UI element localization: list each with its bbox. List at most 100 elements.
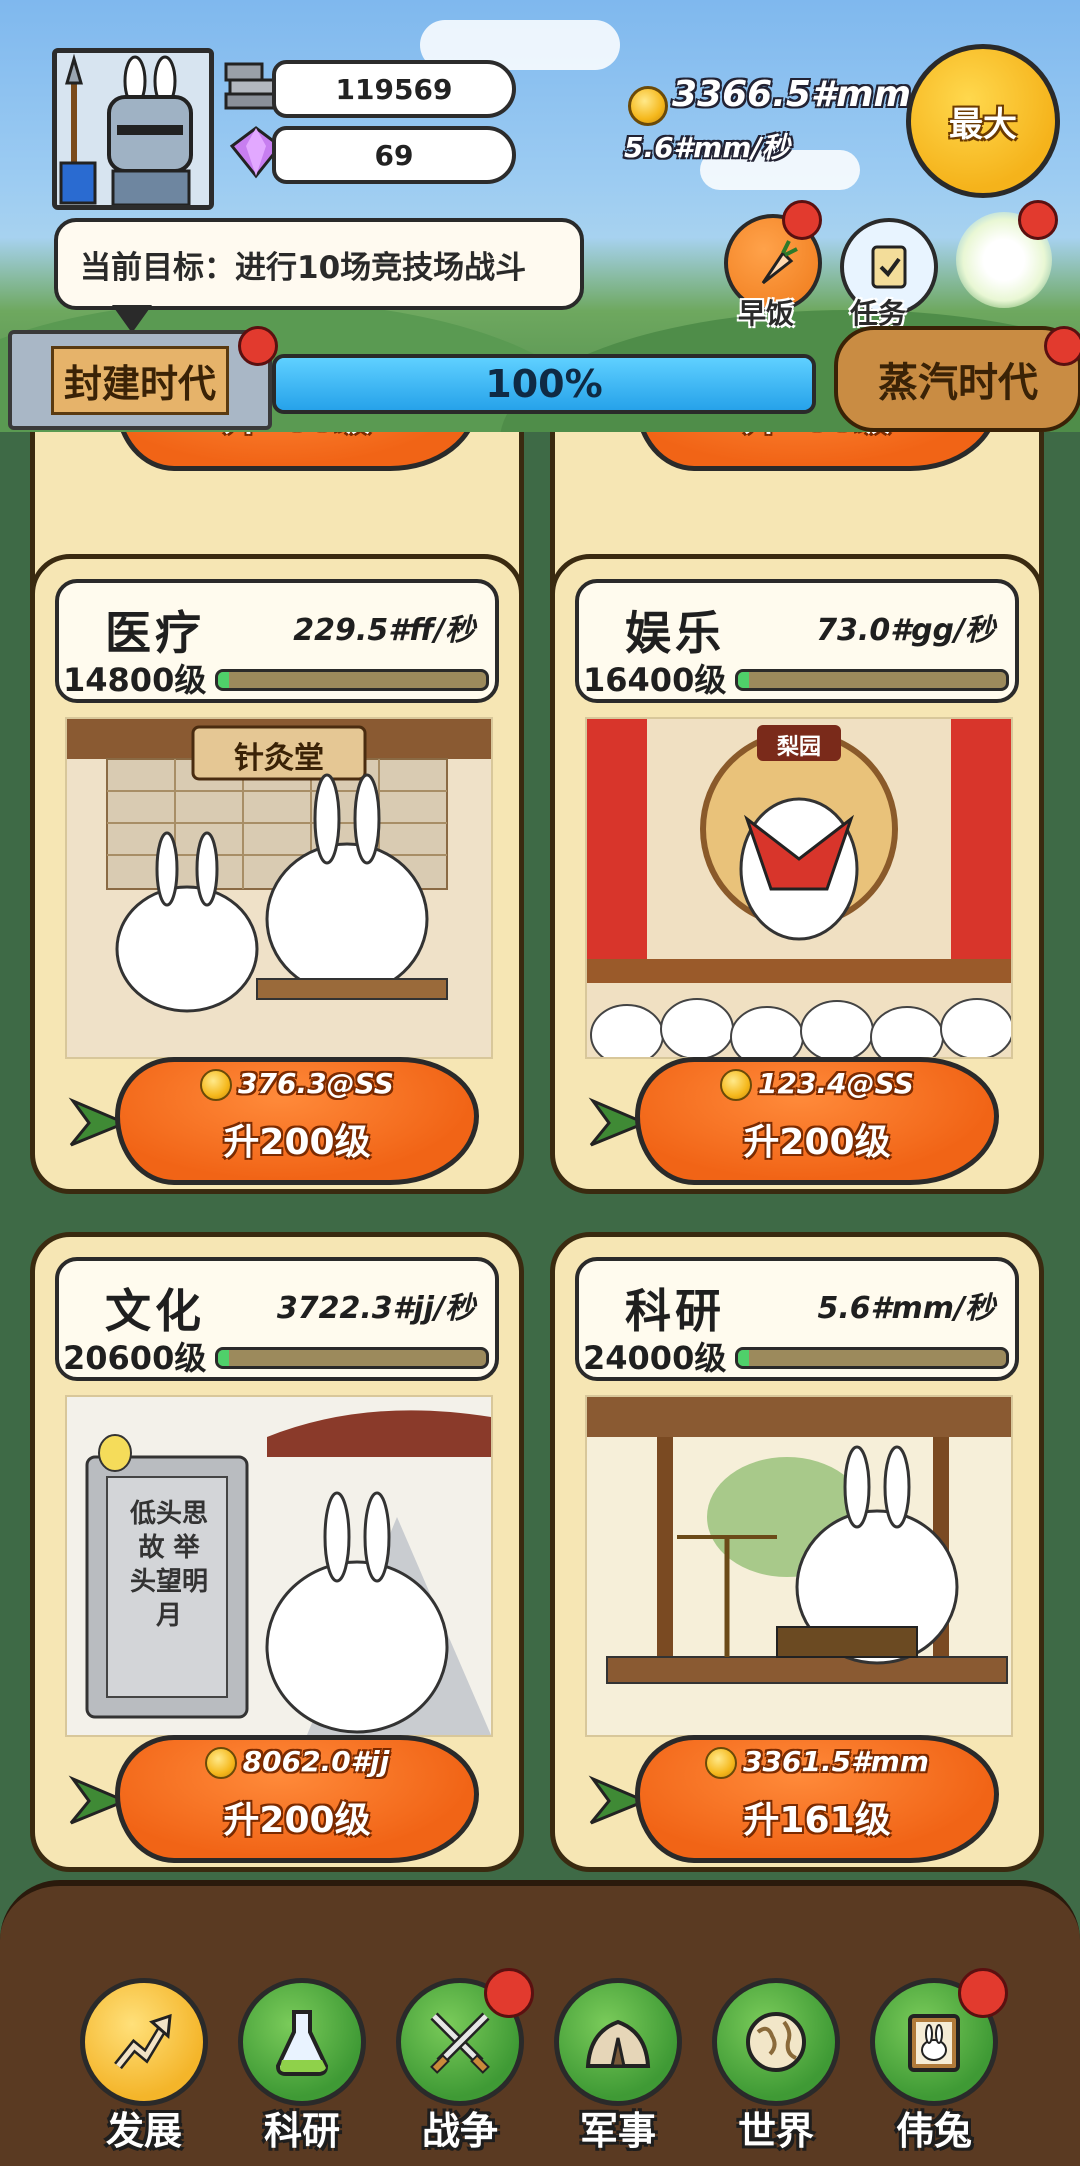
abacus-scale-illustration [585, 1395, 1013, 1737]
knight-rabbit-icon [57, 53, 209, 205]
gold-coin-icon [628, 86, 668, 126]
flask-icon [275, 2010, 329, 2076]
nav-circle [554, 1978, 682, 2106]
card-level-bar-fill [218, 672, 229, 688]
stele-calligraphy-illustration: 低头思故 举头望明月 [65, 1395, 493, 1737]
upgrade-cost-value: 3361.5#mm [743, 1745, 929, 1778]
upgrade-cost-value: 376.3@SS [238, 1067, 394, 1100]
upgrade-carrot-button[interactable]: 8062.0#jj 升200级 [68, 1735, 479, 1863]
card-header: 医疗 229.5#ff/秒 14800级 [55, 579, 499, 703]
upgrade-label: 升200级 [223, 1122, 371, 1163]
card-name: 医疗 [105, 606, 205, 660]
clinic-sign: 针灸堂 [234, 741, 324, 776]
gold-coin-icon [720, 1069, 753, 1101]
upgrade-cost: 3361.5#mm [635, 1745, 999, 1779]
develop-arrow-icon [114, 2013, 172, 2070]
next-era-button[interactable]: 蒸汽时代 [834, 326, 1080, 432]
upgrade-label: 升200级 [115, 432, 479, 441]
tent-icon [585, 2019, 651, 2068]
upgrade-label: 升200级 [223, 1800, 371, 1841]
task-scroll-icon [871, 245, 907, 289]
card-research: 科研 5.6#mm/秒 24000级 3361.5#mm 升161级 [550, 1232, 1044, 1872]
bottom-navigation: 发展 科研 战争 军事 世界 伟兔 [0, 1880, 1080, 2166]
card-level-bar-fill [738, 1350, 749, 1366]
nav-label: 伟兔 [895, 2109, 972, 2153]
nav-military[interactable]: 军事 [548, 1978, 688, 2153]
card-level-bar [735, 669, 1009, 691]
nav-label: 世界 [737, 2109, 814, 2153]
gold-coin-icon [705, 1747, 738, 1779]
upgrade-carrot-button[interactable]: 升200级 [115, 432, 479, 471]
gold-coin-icon [200, 1069, 233, 1101]
upgrade-cost: 123.4@SS [635, 1067, 999, 1101]
nav-label: 发展 [105, 2109, 182, 2153]
goal-bubble-tail [112, 305, 152, 333]
era-progress-text: 100% [485, 362, 603, 406]
upgrade-label: 升200级 [743, 1122, 891, 1163]
card-name: 娱乐 [625, 606, 725, 660]
card-level-bar [735, 1347, 1009, 1369]
upgrade-cost: 8062.0#jj [115, 1745, 479, 1779]
card-level-bar-fill [218, 1350, 229, 1366]
upgrade-cost-value: 8062.0#jj [242, 1745, 390, 1778]
current-goal-bubble[interactable]: 当前目标：进行10场竞技场战斗 [54, 218, 584, 310]
card-culture: 文化 3722.3#jj/秒 20600级 低头思故 举头望明月 8062.0# [30, 1232, 524, 1872]
current-era-label: 封建时代 [50, 345, 229, 415]
card-medical: 医疗 229.5#ff/秒 14800级 针灸堂 376.3@SS 升200级 [30, 554, 524, 1194]
card-level-bar [215, 1347, 489, 1369]
nav-research[interactable]: 科研 [232, 1978, 372, 2153]
gold-amount: 3366.5#mm [672, 74, 911, 115]
upgrade-carrot-button[interactable]: 123.4@SS 升200级 [588, 1057, 999, 1185]
notification-badge [1018, 200, 1058, 240]
gold-coin-icon [204, 1747, 237, 1779]
nav-war[interactable]: 战争 [390, 1968, 534, 2153]
nav-circle [80, 1978, 208, 2106]
card-level-bar-fill [738, 672, 749, 688]
card-level: 20600级 [63, 1339, 207, 1377]
notification-badge [238, 326, 278, 366]
upgrade-carrot-button[interactable]: 升200级 [635, 432, 999, 471]
nav-label: 战争 [421, 2109, 498, 2153]
carrot-icon [761, 240, 798, 285]
clinic-illustration: 针灸堂 [65, 717, 493, 1059]
stone-count: 119569 [272, 60, 516, 118]
notification-badge [484, 1968, 534, 2018]
upgrade-carrot-button[interactable]: 376.3@SS 升200级 [68, 1057, 479, 1185]
notification-badge [782, 200, 822, 240]
card-level: 16400级 [583, 661, 727, 699]
card-level: 14800级 [63, 661, 207, 699]
player-avatar[interactable] [52, 48, 214, 210]
stele-poem: 低头思故 举头望明月 [129, 1499, 208, 1631]
card-rate: 5.6#mm/秒 [817, 1291, 996, 1326]
card-header: 文化 3722.3#jj/秒 20600级 [55, 1257, 499, 1381]
current-era-castle[interactable]: 封建时代 [8, 330, 272, 430]
era-progress-bar: 100% [272, 354, 816, 414]
card-rate: 229.5#ff/秒 [293, 613, 475, 648]
upgrade-carrot-button[interactable]: 3361.5#mm 升161级 [588, 1735, 999, 1863]
card-header: 科研 5.6#mm/秒 24000级 [575, 1257, 1019, 1381]
card-entertainment: 娱乐 73.0#gg/秒 16400级 梨园 123.4@SS 升200级 [550, 554, 1044, 1194]
globe-icon [746, 2012, 806, 2072]
card-level-bar [215, 669, 489, 691]
upgrade-cost: 376.3@SS [115, 1067, 479, 1101]
upgrade-label: 升200级 [635, 432, 999, 441]
card-name: 文化 [105, 1284, 205, 1338]
nav-circle [238, 1978, 366, 2106]
gold-rate: 5.6#mm/秒 [624, 131, 790, 164]
development-card-list[interactable]: 升200级 升200级 医疗 229.5#ff/秒 14800级 [0, 432, 1080, 1880]
crossed-swords-icon [430, 2012, 490, 2074]
breakfast-label: 早饭 [738, 297, 795, 330]
notification-badge [1044, 326, 1080, 366]
nav-label: 科研 [263, 2109, 340, 2153]
gem-count: 69 [272, 126, 516, 184]
card-level: 24000级 [583, 1339, 727, 1377]
card-rate: 73.0#gg/秒 [816, 613, 995, 648]
nav-great-rabbit[interactable]: 伟兔 [864, 1968, 1008, 2153]
opera-stage-illustration: 梨园 [585, 717, 1013, 1059]
nav-develop[interactable]: 发展 [74, 1978, 214, 2153]
card-rate: 3722.3#jj/秒 [276, 1291, 475, 1326]
nav-world[interactable]: 世界 [706, 1978, 846, 2153]
max-button[interactable]: 最大 [906, 44, 1060, 198]
nav-circle [712, 1978, 840, 2106]
top-header: 119569 69 3366.5#mm 5.6#mm/秒 最大 当前目标：进行1… [0, 0, 1080, 432]
